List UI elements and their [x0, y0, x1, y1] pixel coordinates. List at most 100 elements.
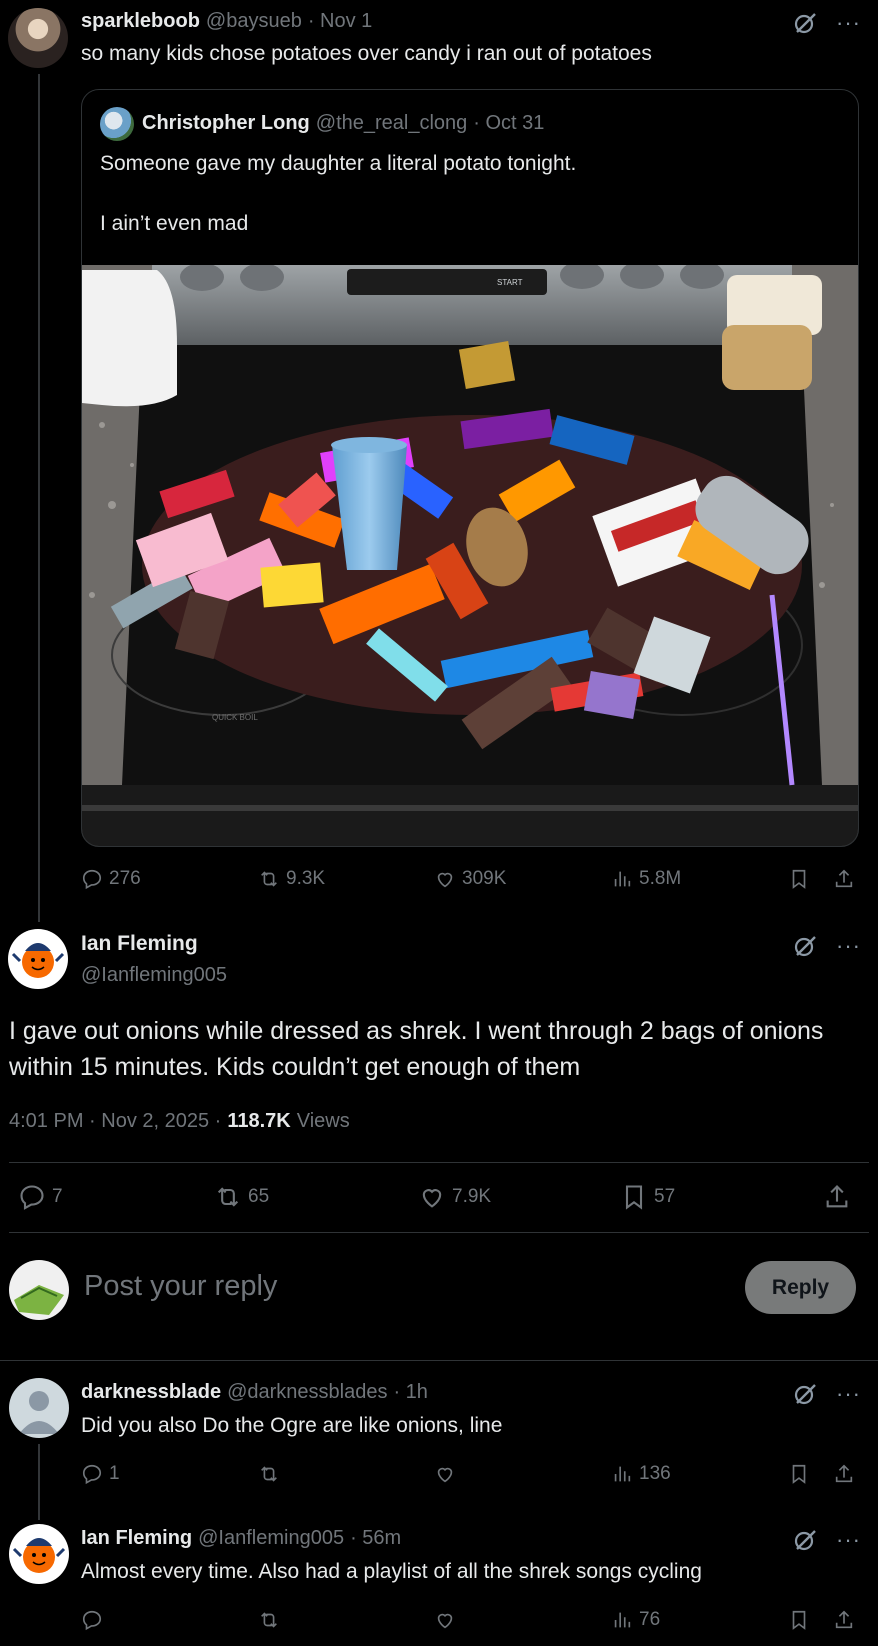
share-button[interactable] [833, 1463, 855, 1485]
handle[interactable]: @Ianfleming005 [81, 964, 227, 987]
divider [0, 1360, 878, 1361]
share-button[interactable] [833, 868, 855, 890]
grok-icon[interactable] [792, 1381, 818, 1407]
grok-icon[interactable] [792, 10, 818, 36]
post-timestamp[interactable]: 4:01 PM · Nov 2, 2025 · [9, 1110, 221, 1133]
quoted-text-line1: Someone gave my daughter a literal potat… [100, 152, 577, 175]
like-icon [422, 1189, 442, 1208]
reply-icon [82, 1610, 102, 1631]
avatar [9, 1260, 69, 1320]
views-count: 118.7K [227, 1110, 291, 1132]
repost-button[interactable]: 9.3K [258, 868, 325, 890]
post-date[interactable]: · Nov 1 [308, 10, 372, 33]
reply-count: 1 [109, 1463, 120, 1484]
display-name[interactable]: Ian Fleming [81, 932, 198, 956]
display-name: Christopher Long [142, 112, 310, 134]
reply-icon [20, 1185, 44, 1210]
share-icon [835, 869, 853, 888]
post-date[interactable]: · 1h [393, 1381, 427, 1404]
more-icon[interactable]: ··· [836, 1383, 861, 1405]
bookmark-button[interactable]: 57 [620, 1183, 675, 1211]
stove-start-label: START [497, 278, 523, 287]
handle[interactable]: @darknessblades [227, 1381, 387, 1404]
views-icon [614, 1466, 631, 1482]
like-button[interactable] [434, 1463, 456, 1485]
bookmark-icon [792, 869, 806, 889]
reply-button[interactable]: 1 [81, 1463, 120, 1485]
more-icon[interactable]: ··· [836, 1529, 861, 1551]
reply-button[interactable]: 7 [18, 1183, 63, 1211]
share-icon [826, 1185, 848, 1208]
repost-count: 65 [248, 1186, 270, 1207]
thread-line [38, 1444, 40, 1520]
default-avatar-icon [19, 1391, 59, 1434]
reply-icon [82, 869, 102, 890]
views-label: Views [296, 1110, 350, 1132]
repost-button[interactable]: 65 [214, 1183, 269, 1211]
reply-text: Did you also Do the Ogre are like onions… [81, 1414, 503, 1437]
bookmark-icon [792, 1464, 806, 1484]
views-button[interactable]: 76 [611, 1609, 660, 1631]
display-name[interactable]: Ian Fleming [81, 1527, 192, 1550]
repost-button[interactable] [258, 1609, 280, 1631]
divider [9, 1162, 869, 1163]
post-top-icons: ··· [792, 933, 861, 959]
candy-photo-svg: START QUICK BOIL [82, 265, 858, 846]
handle[interactable]: @baysueb [206, 10, 302, 33]
like-button[interactable]: 309K [434, 868, 506, 890]
more-icon[interactable]: ··· [836, 935, 861, 957]
quoted-post[interactable]: Christopher Long @the_real_clong · Oct 3… [81, 89, 859, 847]
views-icon [614, 1612, 631, 1628]
reply-icon [82, 1464, 102, 1485]
reply-header: Ian Fleming @Ianfleming005 · 56m [81, 1527, 401, 1550]
reply-count: 7 [52, 1186, 63, 1207]
bookmark-button[interactable] [788, 868, 810, 890]
avatar [100, 107, 134, 141]
share-button[interactable] [823, 1183, 851, 1211]
share-button[interactable] [833, 1609, 855, 1631]
reply-input[interactable]: Post your reply [84, 1270, 277, 1303]
post-text: so many kids chose potatoes over candy i… [81, 42, 652, 65]
reply-button[interactable]: 276 [81, 868, 141, 890]
candy-photo[interactable]: START QUICK BOIL [82, 265, 858, 846]
views-icon [614, 871, 631, 887]
like-button[interactable] [434, 1609, 456, 1631]
repost-count: 9.3K [286, 868, 326, 889]
reply-submit-button[interactable]: Reply [745, 1261, 856, 1314]
like-icon [437, 1467, 453, 1483]
avatar[interactable] [9, 1378, 69, 1438]
bookmark-icon [625, 1185, 643, 1210]
bookmark-button[interactable] [788, 1463, 810, 1485]
user-avatar-image [14, 1285, 64, 1315]
post-date: · Oct 31 [473, 112, 545, 134]
thread-line [38, 74, 40, 922]
more-icon[interactable]: ··· [836, 12, 861, 34]
quoted-text-line2: I ain’t even mad [100, 212, 249, 235]
display-name[interactable]: sparkleboob [81, 10, 200, 33]
post-text: I gave out onions while dressed as shrek… [9, 1017, 824, 1081]
handle[interactable]: @Ianfleming005 [198, 1527, 344, 1550]
bookmark-count: 57 [654, 1186, 676, 1207]
reply-header: darknessblade @darknessblades · 1h [81, 1381, 428, 1404]
repost-button[interactable] [258, 1463, 280, 1485]
quick-boil-label: QUICK BOIL [212, 713, 258, 722]
handle: @the_real_clong [315, 112, 468, 134]
bookmark-icon [792, 1610, 806, 1630]
views-count: 136 [639, 1463, 671, 1484]
quoted-header: Christopher Long @the_real_clong · Oct 3… [142, 112, 544, 135]
grok-icon[interactable] [792, 1527, 818, 1553]
avatar[interactable] [8, 929, 68, 989]
display-name[interactable]: darknessblade [81, 1381, 221, 1404]
views-button[interactable]: 136 [611, 1463, 671, 1485]
repost-icon [261, 1466, 277, 1482]
bookmark-button[interactable] [788, 1609, 810, 1631]
like-button[interactable]: 7.9K [418, 1183, 491, 1211]
avatar[interactable] [8, 8, 68, 68]
reply-button[interactable] [81, 1609, 109, 1631]
post-date[interactable]: · 56m [350, 1527, 401, 1550]
grok-icon[interactable] [792, 933, 818, 959]
views-button[interactable]: 5.8M [611, 868, 681, 890]
reply-text: Almost every time. Also had a playlist o… [81, 1560, 702, 1583]
like-count: 309K [462, 868, 507, 889]
avatar[interactable] [9, 1524, 69, 1584]
